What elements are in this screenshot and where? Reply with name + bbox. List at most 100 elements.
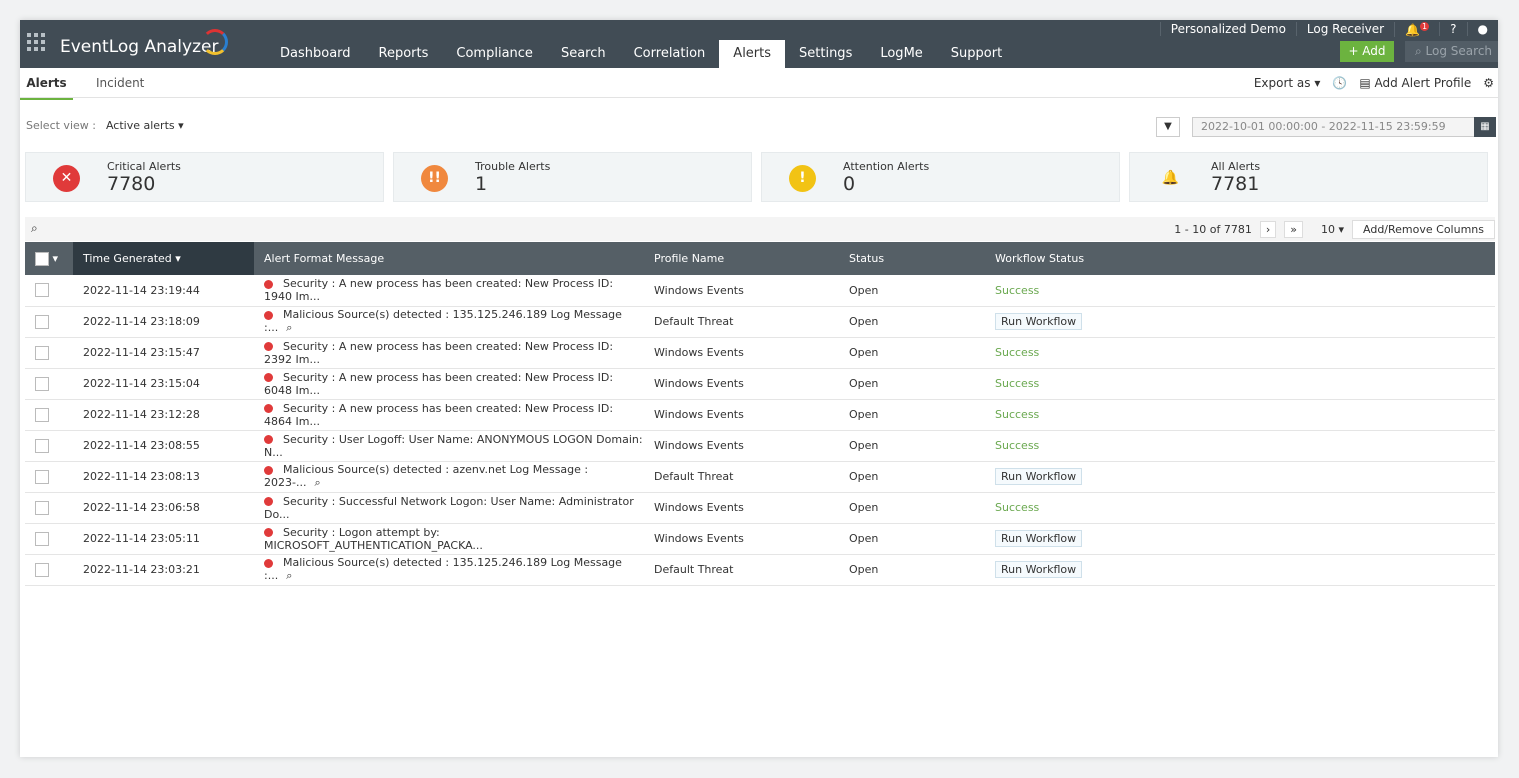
log-search-input[interactable]: ⌕ Log Search — [1405, 41, 1498, 62]
select-view-dropdown[interactable]: Active alerts ▾ — [106, 119, 184, 132]
settings-gear-icon[interactable]: ⚙ — [1483, 76, 1494, 90]
summary-card[interactable]: 🔔 All Alerts 7781 — [1129, 152, 1488, 202]
summary-card[interactable]: ! Attention Alerts 0 — [761, 152, 1120, 202]
add-remove-columns-button[interactable]: Add/Remove Columns — [1352, 220, 1495, 239]
alert-message[interactable]: Security : A new process has been create… — [264, 277, 613, 303]
run-workflow-button[interactable]: Run Workflow — [995, 313, 1083, 330]
select-all-header[interactable]: ▾ — [25, 242, 73, 275]
tab-alerts[interactable]: Alerts — [20, 68, 73, 100]
select-view: Select view : Active alerts ▾ — [26, 119, 184, 132]
run-workflow-button[interactable]: Run Workflow — [995, 468, 1083, 485]
table-row[interactable]: 2022-11-14 23:19:44 Security : A new proc… — [25, 275, 1495, 307]
col-profile-name[interactable]: Profile Name — [644, 242, 839, 275]
run-workflow-button[interactable]: Run Workflow — [995, 561, 1083, 578]
add-alert-profile-button[interactable]: ▤ Add Alert Profile — [1359, 76, 1471, 90]
profile-name: Windows Events — [644, 368, 839, 400]
time-generated: 2022-11-14 23:12:28 — [73, 399, 254, 431]
notification-badge: 1 — [1420, 21, 1430, 31]
log-search-placeholder: Log Search — [1425, 44, 1493, 58]
severity-dot-icon — [264, 528, 273, 537]
user-avatar-icon[interactable]: ● — [1466, 22, 1498, 36]
row-checkbox[interactable] — [35, 283, 49, 298]
tab-incident[interactable]: Incident — [96, 68, 144, 98]
col-time-generated[interactable]: Time Generated ▾ — [73, 242, 254, 275]
log-receiver-link[interactable]: Log Receiver — [1295, 22, 1394, 36]
alert-message[interactable]: Security : User Logoff: User Name: ANONY… — [264, 433, 643, 459]
alert-message[interactable]: Malicious Source(s) detected : azenv.net… — [264, 463, 588, 489]
table-search-icon[interactable]: ⌕ — [31, 221, 38, 236]
nav-compliance[interactable]: Compliance — [442, 40, 547, 68]
row-checkbox[interactable] — [35, 345, 49, 360]
time-generated: 2022-11-14 23:03:21 — [73, 554, 254, 586]
last-page-button[interactable]: » — [1284, 221, 1303, 238]
row-checkbox[interactable] — [35, 314, 49, 329]
table-row[interactable]: 2022-11-14 23:06:58 Security : Successful… — [25, 492, 1495, 524]
row-checkbox[interactable] — [35, 500, 49, 515]
alert-message[interactable]: Security : Logon attempt by: MICROSOFT_A… — [264, 526, 483, 552]
export-as-dropdown[interactable]: Export as ▾ — [1254, 76, 1321, 90]
nav-search[interactable]: Search — [547, 40, 620, 68]
per-page-dropdown[interactable]: 10 ▾ — [1321, 223, 1344, 236]
table-row[interactable]: 2022-11-14 23:12:28 Security : A new proc… — [25, 399, 1495, 431]
nav-alerts[interactable]: Alerts — [719, 40, 786, 68]
table-row[interactable]: 2022-11-14 23:05:11 Security : Logon atte… — [25, 523, 1495, 555]
row-checkbox[interactable] — [35, 376, 49, 391]
add-button[interactable]: + Add — [1340, 41, 1394, 62]
exclamation-icon: ! — [789, 165, 816, 192]
table-row[interactable]: 2022-11-14 23:08:13 Malicious Source(s) d… — [25, 461, 1495, 493]
personalized-demo-link[interactable]: Personalized Demo — [1159, 22, 1296, 36]
summary-card[interactable]: !! Trouble Alerts 1 — [393, 152, 752, 202]
select-all-checkbox[interactable] — [35, 251, 49, 266]
run-workflow-button[interactable]: Run Workflow — [995, 530, 1083, 547]
col-workflow-status[interactable]: Workflow Status — [985, 242, 1495, 275]
severity-dot-icon — [264, 465, 273, 475]
select-view-label: Select view : — [26, 119, 96, 132]
threat-lookup-icon[interactable]: ⌕ — [314, 476, 320, 489]
nav-support[interactable]: Support — [937, 40, 1016, 68]
date-range-input[interactable]: 2022-10-01 00:00:00 - 2022-11-15 23:59:5… — [1192, 117, 1496, 137]
workflow-success: Success — [995, 377, 1040, 390]
threat-lookup-icon[interactable]: ⌕ — [286, 321, 292, 334]
nav-correlation[interactable]: Correlation — [620, 40, 720, 68]
alert-message[interactable]: Security : Successful Network Logon: Use… — [264, 495, 634, 521]
profile-name: Windows Events — [644, 492, 839, 524]
card-title: Trouble Alerts — [475, 160, 551, 173]
notification-bell-icon[interactable]: 🔔 1 — [1394, 21, 1439, 37]
status: Open — [839, 368, 985, 400]
nav-dashboard[interactable]: Dashboard — [266, 40, 365, 68]
next-page-button[interactable]: › — [1259, 221, 1277, 238]
card-title: All Alerts — [1211, 160, 1261, 173]
row-checkbox[interactable] — [35, 531, 49, 546]
nav-reports[interactable]: Reports — [365, 40, 443, 68]
table-row[interactable]: 2022-11-14 23:18:09 Malicious Source(s) d… — [25, 306, 1495, 338]
table-row[interactable]: 2022-11-14 23:03:21 Malicious Source(s) d… — [25, 554, 1495, 586]
alert-message[interactable]: Security : A new process has been create… — [264, 402, 613, 428]
summary-card[interactable]: ✕ Critical Alerts 7780 — [25, 152, 384, 202]
threat-lookup-icon[interactable]: ⌕ — [286, 569, 292, 582]
help-icon[interactable]: ? — [1439, 22, 1466, 36]
col-alert-message[interactable]: Alert Format Message — [254, 242, 644, 275]
pagination-range: 1 - 10 of 7781 — [1174, 223, 1252, 236]
alert-message[interactable]: Security : A new process has been create… — [264, 340, 613, 366]
row-checkbox[interactable] — [35, 438, 49, 453]
workflow-success: Success — [995, 439, 1040, 452]
profile-name: Windows Events — [644, 337, 839, 369]
alert-message[interactable]: Malicious Source(s) detected : 135.125.2… — [264, 308, 622, 334]
app-grid-icon[interactable] — [27, 33, 45, 51]
col-status[interactable]: Status — [839, 242, 985, 275]
alert-message[interactable]: Security : A new process has been create… — [264, 371, 613, 397]
table-row[interactable]: 2022-11-14 23:15:04 Security : A new proc… — [25, 368, 1495, 400]
severity-dot-icon — [264, 342, 273, 351]
table-row[interactable]: 2022-11-14 23:15:47 Security : A new proc… — [25, 337, 1495, 369]
calendar-icon[interactable]: ▦ — [1474, 117, 1496, 137]
nav-settings[interactable]: Settings — [785, 40, 866, 68]
row-checkbox[interactable] — [35, 407, 49, 422]
nav-logme[interactable]: LogMe — [866, 40, 936, 68]
table-row[interactable]: 2022-11-14 23:08:55 Security : User Logof… — [25, 430, 1495, 462]
card-title: Critical Alerts — [107, 160, 181, 173]
row-checkbox[interactable] — [35, 562, 49, 577]
alert-message[interactable]: Malicious Source(s) detected : 135.125.2… — [264, 556, 622, 582]
filter-icon[interactable]: ▼ — [1156, 117, 1180, 137]
schedule-icon[interactable]: 🕓 — [1332, 76, 1347, 90]
row-checkbox[interactable] — [35, 469, 49, 484]
